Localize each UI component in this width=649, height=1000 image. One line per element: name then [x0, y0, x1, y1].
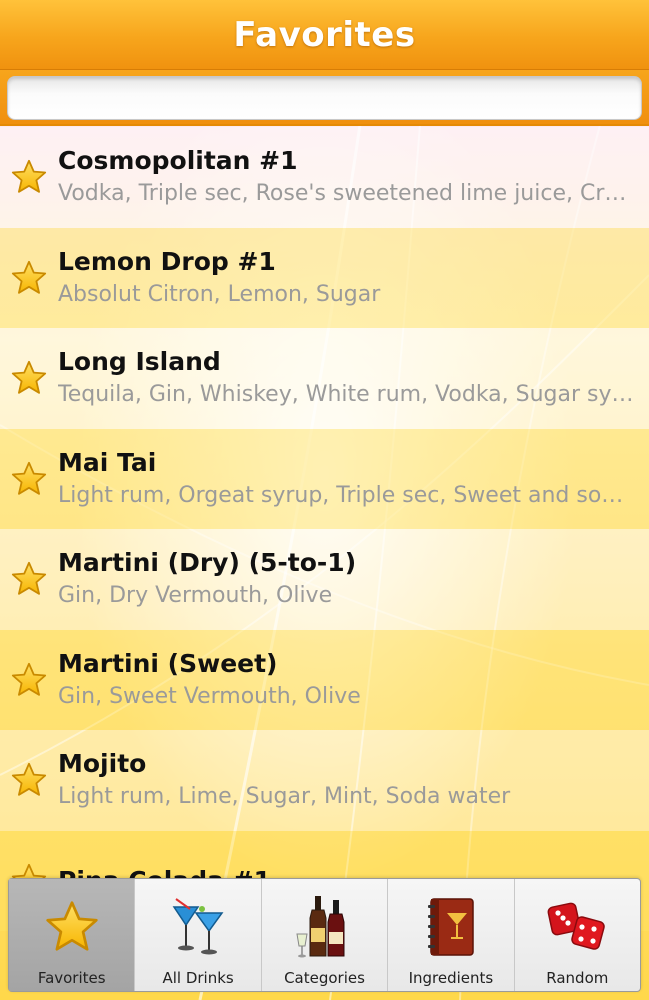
drink-name: Martini (Dry) (5-to-1) [58, 548, 357, 578]
drink-row[interactable]: Mai Tai Light rum, Orgeat syrup, Triple s… [0, 428, 649, 530]
drink-row[interactable]: Lemon Drop #1 Absolut Citron, Lemon, Suga… [0, 227, 649, 329]
tab-ingredients[interactable]: Ingredients [388, 879, 515, 991]
tab-label: Ingredients [408, 969, 494, 987]
tab-favorites[interactable]: Favorites [9, 879, 136, 991]
favorite-star-icon[interactable] [0, 429, 58, 530]
drink-name: Mai Tai [58, 447, 157, 477]
tab-label: Favorites [37, 969, 106, 987]
drink-ingredients: Gin, Dry Vermouth, Olive [58, 583, 333, 609]
drink-row[interactable]: Cosmopolitan #1 Vodka, Triple sec, Rose's… [0, 127, 649, 228]
drink-text: Long Island Tequila, Gin, Whiskey, White … [58, 345, 649, 411]
tab-categories[interactable]: Categories [262, 879, 389, 991]
tab-all-drinks[interactable]: All Drinks [135, 879, 262, 991]
drink-text: Lemon Drop #1 Absolut Citron, Lemon, Suga… [58, 245, 649, 311]
drink-ingredients: Light rum, Orgeat syrup, Triple sec, Swe… [58, 482, 637, 508]
tab-label: All Drinks [162, 969, 234, 987]
drink-ingredients: Vodka, Triple sec, Rose's sweetened lime… [58, 181, 637, 207]
cocktail-glasses-icon [168, 887, 228, 967]
recipe-book-icon [425, 887, 477, 967]
drink-name: Mojito [58, 749, 147, 779]
favorite-star-icon[interactable] [0, 730, 58, 831]
drink-row[interactable]: Martini (Sweet) Gin, Sweet Vermouth, Oliv… [0, 629, 649, 731]
drink-ingredients: Tequila, Gin, Whiskey, White rum, Vodka,… [58, 382, 637, 408]
drink-name: Lemon Drop #1 [58, 246, 276, 276]
bottles-icon [295, 887, 355, 967]
drink-name: Martini (Sweet) [58, 648, 278, 678]
drink-text: Martini (Sweet) Gin, Sweet Vermouth, Oliv… [58, 647, 649, 713]
drink-row[interactable]: Mojito Light rum, Lime, Sugar, Mint, Soda… [0, 730, 649, 831]
drink-row[interactable]: Long Island Tequila, Gin, Whiskey, White … [0, 328, 649, 429]
drink-name: Cosmopolitan #1 [58, 146, 298, 176]
favorites-list: Cosmopolitan #1 Vodka, Triple sec, Rose's… [0, 127, 649, 1000]
drink-ingredients: Gin, Sweet Vermouth, Olive [58, 683, 361, 709]
tab-label: Categories [284, 969, 365, 987]
page-title: Favorites [233, 14, 416, 55]
favorite-star-icon[interactable] [0, 529, 58, 630]
tab-random[interactable]: Random [515, 879, 640, 991]
search-bar [0, 70, 649, 126]
drink-row[interactable]: Martini (Dry) (5-to-1) Gin, Dry Vermouth,… [0, 529, 649, 630]
bottom-tab-bar: Favorites All Drinks Categories Ingredients… [8, 878, 641, 992]
star-icon [45, 887, 99, 967]
search-input[interactable] [7, 76, 642, 120]
drink-text: Martini (Dry) (5-to-1) Gin, Dry Vermouth,… [58, 546, 649, 612]
drink-text: Mai Tai Light rum, Orgeat syrup, Triple s… [58, 446, 649, 512]
drink-text: Cosmopolitan #1 Vodka, Triple sec, Rose's… [58, 144, 649, 210]
drink-text: Mojito Light rum, Lime, Sugar, Mint, Soda… [58, 747, 649, 813]
drink-ingredients: Absolut Citron, Lemon, Sugar [58, 281, 381, 307]
favorite-star-icon[interactable] [0, 228, 58, 329]
favorite-star-icon[interactable] [0, 328, 58, 429]
drink-name: Long Island [58, 347, 221, 377]
favorite-star-icon[interactable] [0, 630, 58, 731]
title-bar: Favorites [0, 0, 649, 70]
drink-ingredients: Light rum, Lime, Sugar, Mint, Soda water [58, 784, 511, 810]
dice-icon [546, 887, 608, 967]
tab-label: Random [546, 969, 609, 987]
favorite-star-icon[interactable] [0, 127, 58, 228]
